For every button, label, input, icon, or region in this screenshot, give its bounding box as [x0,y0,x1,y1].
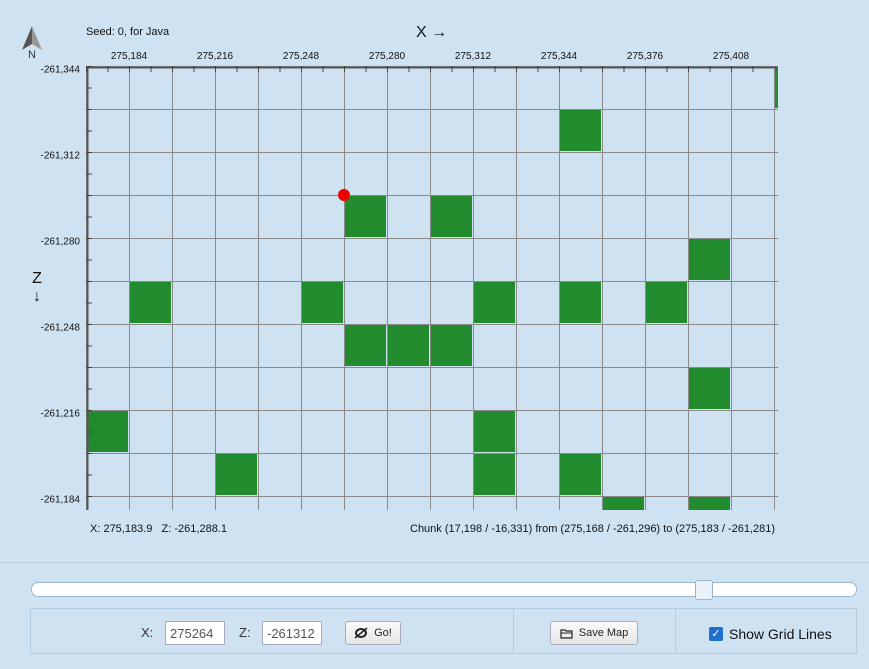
chunk-cell [689,239,730,280]
go-icon [354,627,368,639]
z-tick-label: -261,216 [40,408,80,420]
chunk-cell [689,497,730,510]
chunk-cell [560,282,601,323]
map-canvas[interactable] [86,66,778,510]
seed-label: Seed: 0, for Java [86,26,170,38]
chunk-cell [345,196,386,237]
x-tick-label: 275,408 [712,51,750,62]
x-tick-label: 275,312 [454,51,492,62]
zoom-slider[interactable] [31,580,857,600]
x-tick-label: 275,248 [282,51,320,62]
x-coordinate-input[interactable] [165,621,225,645]
cursor-coordinates: X: 275,183.9 Z: -261,288.1 [90,523,227,535]
x-tick-label: 275,216 [196,51,234,62]
x-tick-label: 275,344 [540,51,578,62]
save-panel: Save Map [513,608,676,654]
chunk-cell [689,368,730,409]
chunk-cell [646,282,687,323]
show-grid-checkbox[interactable]: ✓ [709,627,723,641]
z-tick-label: -261,344 [40,64,80,76]
chunk-cell [603,497,644,510]
map-svg[interactable] [86,66,778,510]
x-tick-label: 275,376 [626,51,664,62]
folder-icon [560,628,573,639]
chunk-cell [431,325,472,366]
z-tick-label: -261,280 [40,236,80,248]
x-tick-label: 275,184 [110,51,148,62]
chunk-cell [388,325,429,366]
x-axis-title: X → [416,24,448,41]
chunk-cell [775,67,778,108]
chunk-cell [87,411,128,452]
z-axis-title: Z ↓ [30,270,44,306]
x-tick-label: 275,280 [368,51,406,62]
zoom-slider-thumb[interactable] [694,580,713,600]
chunk-cell [560,110,601,151]
chunk-cell [130,282,171,323]
compass-letter: N [28,49,36,61]
z-tick-label: -261,248 [40,322,80,334]
z-axis-letter: Z [32,270,42,287]
z-label: Z: [239,625,251,640]
show-grid-label[interactable]: Show Grid Lines [729,626,832,642]
chunk-cell [302,282,343,323]
divider [0,562,869,563]
chunk-cell [345,325,386,366]
goto-panel: X: Z: Go! [30,608,514,654]
z-tick-label: -261,312 [40,150,80,162]
z-coordinate-input[interactable] [262,621,322,645]
grid-panel: ✓ Show Grid Lines [675,608,857,654]
compass-icon: N [18,24,48,64]
chunk-info: Chunk (17,198 / -16,331) from (275,168 /… [410,523,776,535]
chunk-cell [431,196,472,237]
z-axis-arrow: ↓ [33,288,41,305]
chunk-cell [560,454,601,495]
z-tick-label: -261,184 [40,494,80,506]
go-button[interactable]: Go! [345,621,401,645]
go-label: Go! [374,627,392,639]
x-label: X: [141,625,154,640]
chunk-cell [474,454,515,495]
save-map-label: Save Map [578,627,629,639]
chunk-cell [474,282,515,323]
chunk-cell [474,411,515,452]
position-marker [338,189,350,201]
save-map-button[interactable]: Save Map [550,621,638,645]
chunk-cell [216,454,257,495]
